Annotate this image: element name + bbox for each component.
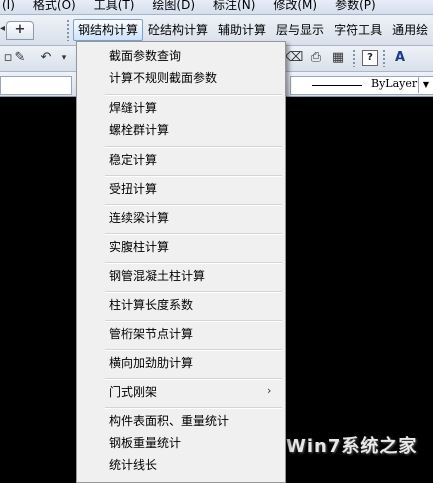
menu-line-length-stats[interactable]: 统计线长 xyxy=(109,457,157,473)
menu-separator xyxy=(105,204,282,206)
tab-general-draw[interactable]: 通用绘 xyxy=(387,20,433,40)
menu-separator xyxy=(105,291,282,293)
menu-separator xyxy=(105,175,282,177)
menu-separator xyxy=(105,407,282,409)
chevron-down-icon[interactable]: ▼ xyxy=(418,76,433,93)
menu-transverse-stiffener-calc[interactable]: 横向加劲肋计算 xyxy=(109,355,193,371)
menu-separator xyxy=(105,378,282,380)
submenu-arrow-icon: › xyxy=(267,384,272,397)
menu-item-draw[interactable]: 绘图(D) xyxy=(143,0,204,12)
eraser-icon[interactable]: ⌫ xyxy=(285,50,303,66)
undo-dropdown-icon[interactable]: ▾ xyxy=(56,50,72,66)
calculator-icon[interactable]: ▦ xyxy=(330,50,346,66)
menu-item-tools[interactable]: 工具(T) xyxy=(85,0,144,12)
linetype-preview xyxy=(312,85,362,86)
menu-item-i[interactable]: (I) xyxy=(0,0,24,12)
tab-concrete-structure[interactable]: 砼结构计算 xyxy=(143,20,213,40)
menu-separator xyxy=(105,349,282,351)
steel-calc-dropdown-menu: 截面参数查询 计算不规则截面参数 焊缝计算 螺栓群计算 稳定计算 受扭计算 连续… xyxy=(76,41,286,483)
tab-layer-display[interactable]: 层与显示 xyxy=(271,20,329,40)
toolbar-separator-icon-2 xyxy=(382,49,386,67)
menu-item-dimension[interactable]: 标注(N) xyxy=(204,0,264,12)
menu-bar: (I) 格式(O) 工具(T) 绘图(D) 标注(N) 修改(M) 参数(P) xyxy=(0,0,433,15)
menu-bolt-group-calc[interactable]: 螺栓群计算 xyxy=(109,122,169,138)
menu-pipe-truss-joint-calc[interactable]: 管桁架节点计算 xyxy=(109,326,193,342)
match-properties-icon[interactable]: ✎ xyxy=(12,50,28,66)
menu-item-modify[interactable]: 修改(M) xyxy=(264,0,326,12)
tab-auxiliary-calc[interactable]: 辅助计算 xyxy=(213,20,271,40)
printer-icon[interactable]: ⎙ xyxy=(308,50,324,66)
menu-separator xyxy=(105,233,282,235)
menu-cfst-column-calc[interactable]: 钢管混凝土柱计算 xyxy=(109,268,205,284)
menu-stability-calc[interactable]: 稳定计算 xyxy=(109,152,157,168)
layer-combo[interactable] xyxy=(0,76,72,95)
menu-weld-calc[interactable]: 焊缝计算 xyxy=(109,100,157,116)
menu-column-length-factor[interactable]: 柱计算长度系数 xyxy=(109,297,193,313)
menu-portal-frame[interactable]: 门式刚架 xyxy=(109,384,157,400)
tab-scroll-icon[interactable]: ◂ xyxy=(0,23,5,34)
menu-continuous-beam-calc[interactable]: 连续梁计算 xyxy=(109,210,169,226)
menu-item-parameters[interactable]: 参数(P) xyxy=(326,0,385,12)
toolbar-separator-icon xyxy=(352,49,356,67)
document-tab-strip: ◂ + xyxy=(0,15,64,45)
menu-solid-web-column-calc[interactable]: 实腹柱计算 xyxy=(109,239,169,255)
command-tabs: 钢结构计算 砼结构计算 辅助计算 层与显示 字符工具 通用绘 xyxy=(73,19,433,41)
menu-surface-weight-stats[interactable]: 构件表面积、重量统计 xyxy=(109,413,229,429)
menu-plate-weight-stats[interactable]: 钢板重量统计 xyxy=(109,435,181,451)
menu-irregular-section[interactable]: 计算不规则截面参数 xyxy=(109,70,217,86)
menu-item-format[interactable]: 格式(O) xyxy=(24,0,85,12)
help-button[interactable]: ? xyxy=(362,50,378,66)
toolbar-grip-icon[interactable] xyxy=(66,19,70,41)
menu-separator xyxy=(105,320,282,322)
new-tab-button[interactable]: + xyxy=(6,21,34,40)
menu-section-query[interactable]: 截面参数查询 xyxy=(109,48,181,64)
tab-steel-structure[interactable]: 钢结构计算 xyxy=(73,19,144,41)
menu-separator xyxy=(105,262,282,264)
watermark-text: Win7系统之家 xyxy=(286,436,418,457)
text-style-icon[interactable]: A xyxy=(392,50,408,66)
menu-separator xyxy=(105,146,282,148)
tab-text-tools[interactable]: 字符工具 xyxy=(329,20,387,40)
menu-separator xyxy=(105,94,282,96)
menu-torsion-calc[interactable]: 受扭计算 xyxy=(109,181,157,197)
linetype-label: ByLayer xyxy=(371,77,418,90)
undo-icon[interactable]: ↶ xyxy=(38,50,54,66)
